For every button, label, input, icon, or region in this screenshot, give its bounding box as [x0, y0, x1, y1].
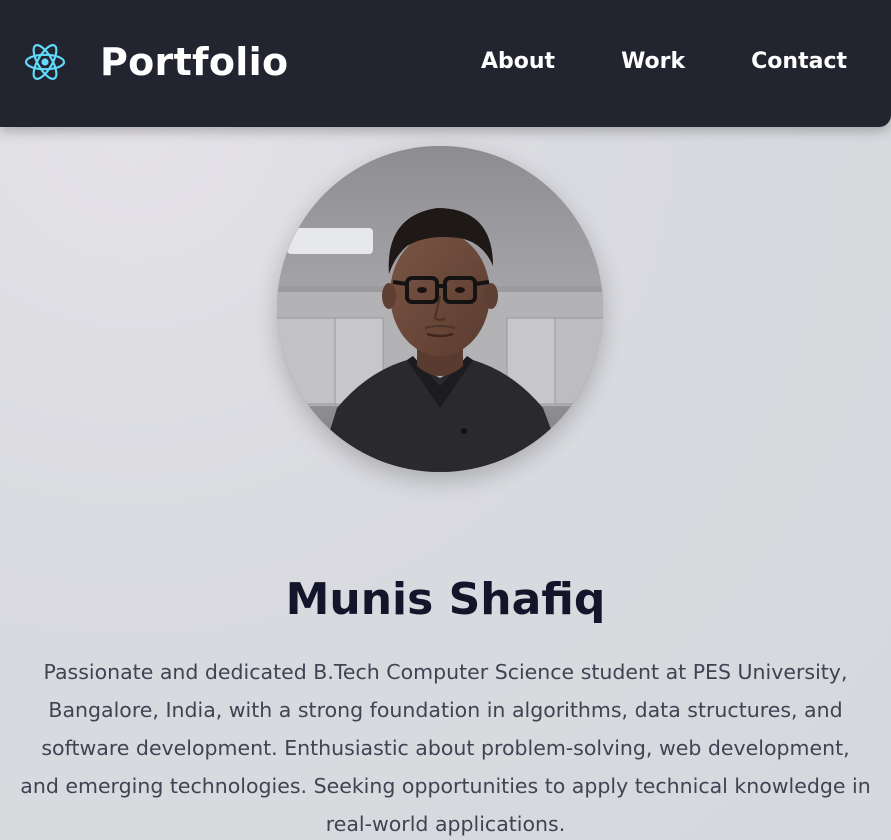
profile-name: Munis Shafiq: [285, 574, 606, 626]
profile-bio: Passionate and dedicated B.Tech Computer…: [20, 659, 871, 837]
top-navbar: Portfolio About Work Contact: [0, 0, 891, 127]
nav-link-about[interactable]: About: [481, 44, 555, 80]
profile-photo: [277, 146, 603, 472]
nav-link-work[interactable]: Work: [621, 44, 685, 80]
nav-link-contact[interactable]: Contact: [751, 44, 847, 80]
main-nav: About Work Contact: [481, 44, 847, 80]
brand-title[interactable]: Portfolio: [100, 36, 288, 88]
react-atom-icon[interactable]: [24, 41, 66, 83]
